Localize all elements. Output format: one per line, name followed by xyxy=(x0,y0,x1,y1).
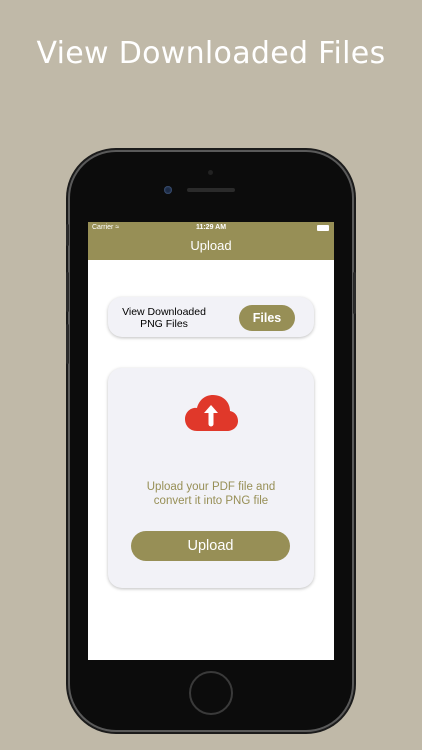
status-bar: Carrier ≈ 11:29 AM xyxy=(88,222,334,234)
volume-down-button xyxy=(66,324,69,364)
home-button[interactable] xyxy=(189,671,233,715)
status-time: 11:29 AM xyxy=(195,224,227,231)
front-camera-icon xyxy=(164,186,172,194)
nav-title: Upload xyxy=(190,238,232,253)
navigation-bar: Upload xyxy=(88,234,334,260)
upload-card: Upload your PDF file and convert it into… xyxy=(108,368,314,588)
power-button xyxy=(353,272,356,314)
proximity-sensor xyxy=(208,170,213,175)
volume-up-button xyxy=(66,272,69,312)
promo-headline: View Downloaded Files xyxy=(36,36,386,71)
upload-button[interactable]: Upload xyxy=(131,531,290,561)
phone-frame: Carrier ≈ 11:29 AM Upload View Downloaded… xyxy=(66,152,356,730)
downloaded-files-card: View Downloaded PNG Files Files xyxy=(108,297,314,337)
app-screen: Carrier ≈ 11:29 AM Upload View Downloaded… xyxy=(88,222,334,660)
battery-icon xyxy=(317,225,329,231)
cloud-upload-icon xyxy=(185,395,238,431)
earpiece-speaker xyxy=(187,188,235,192)
mute-switch xyxy=(66,224,69,246)
upload-description: Upload your PDF file and convert it into… xyxy=(146,481,276,507)
downloaded-files-label: View Downloaded PNG Files xyxy=(122,306,206,330)
files-button[interactable]: Files xyxy=(239,305,295,331)
